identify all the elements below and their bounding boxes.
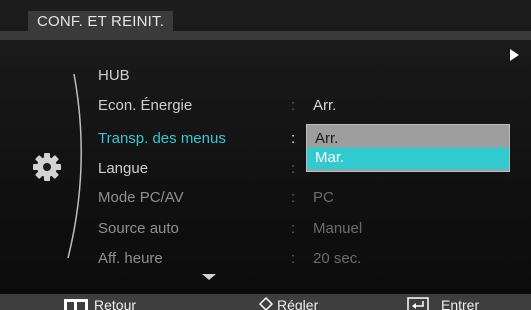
dropdown-option-mar[interactable]: Mar. (307, 147, 509, 169)
adjust-label: Régler (277, 297, 319, 310)
menu-value-source-auto: Manuel (313, 220, 363, 237)
enter-label: Entrer (441, 297, 480, 310)
menu-item-mode-pc-av[interactable]: Mode PC/AV (98, 189, 184, 206)
gear-icon (33, 153, 61, 181)
menu-colon: : (291, 189, 296, 206)
menu-colon: : (291, 250, 296, 267)
diamond-arrows-icon (259, 297, 273, 310)
transparency-dropdown[interactable]: Arr. Mar. (306, 124, 510, 172)
dropdown-option-label: Arr. (315, 130, 339, 147)
menu-item-hub[interactable]: HUB (98, 67, 130, 84)
menu-item-langue[interactable]: Langue (98, 160, 148, 177)
arc-divider (67, 73, 82, 259)
menu-item-aff-heure[interactable]: Aff. heure (98, 250, 163, 267)
menu-item-transp-des-menus[interactable]: Transp. des menus (98, 130, 226, 147)
title-bar (0, 31, 531, 40)
menu-item-source-auto[interactable]: Source auto (98, 220, 179, 237)
menu-value-aff-heure: 20 sec. (313, 250, 362, 267)
title-tab: CONF. ET REINIT. (28, 11, 173, 33)
dropdown-option-label: Mar. (315, 149, 345, 166)
menu-colon: : (291, 160, 296, 177)
triangle-right-icon[interactable] (510, 49, 519, 61)
back-label: Retour (94, 297, 137, 310)
page-title: CONF. ET REINIT. (37, 13, 165, 30)
osd-window: CONF. ET REINIT. HUB Econ. Énergie : Arr… (0, 0, 531, 310)
enter-icon (407, 297, 429, 310)
menu-colon: : (291, 220, 296, 237)
menu-item-econ-energie[interactable]: Econ. Énergie (98, 97, 192, 114)
menu-colon: : (291, 97, 296, 114)
menu-value-econ-energie: Arr. (313, 97, 337, 114)
menu-grid-icon (64, 299, 88, 310)
menu-value-mode-pc-av: PC (313, 189, 334, 206)
triangle-down-icon[interactable] (202, 274, 216, 280)
menu-colon: : (291, 130, 296, 147)
